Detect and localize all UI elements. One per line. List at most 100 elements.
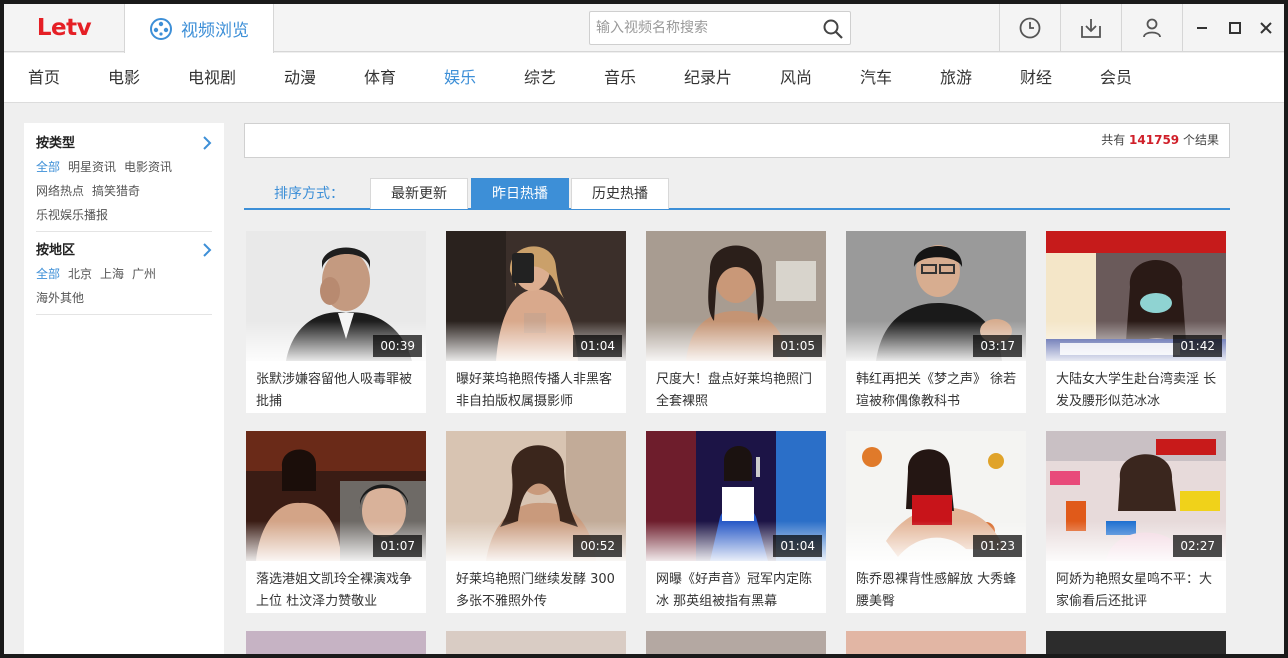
history-button[interactable] bbox=[999, 4, 1060, 52]
video-title[interactable]: 张默涉嫌容留他人吸毒罪被批捕 bbox=[256, 369, 418, 413]
filter-group-title: 按类型 bbox=[36, 136, 76, 151]
video-card[interactable]: 03:17 韩红再把关《梦之声》 徐若瑄被称偶像教科书 bbox=[846, 231, 1026, 413]
chevron-right-icon[interactable] bbox=[202, 135, 212, 151]
app-window: Letv 视频浏览 输入视频名称搜索 首页 电影 电视剧 动漫 体育 娱乐 综艺… bbox=[4, 4, 1284, 654]
filter-link[interactable]: 海外其他 bbox=[36, 288, 84, 308]
result-count-bar: 共有 141759 个结果 bbox=[244, 123, 1230, 158]
filter-link[interactable]: 北京 bbox=[68, 264, 92, 284]
video-thumbnail[interactable]: 01:05 bbox=[646, 231, 826, 361]
video-title[interactable]: 尺度大！盘点好莱坞艳照门全套裸照 bbox=[656, 369, 818, 413]
filter-link[interactable]: 明星资讯 bbox=[68, 157, 116, 177]
filter-link[interactable]: 搞笑猎奇 bbox=[92, 181, 140, 201]
video-card[interactable]: 00:52 好莱坞艳照门继续发酵 300多张不雅照外传 bbox=[446, 431, 626, 613]
video-card[interactable]: 01:42 大陆女大学生赴台湾卖淫 长发及腰形似范冰冰 bbox=[1046, 231, 1226, 413]
video-thumbnail[interactable]: 01:04 bbox=[446, 231, 626, 361]
logo-text: Letv bbox=[36, 15, 92, 41]
close-button[interactable] bbox=[1250, 4, 1282, 52]
filter-link[interactable]: 乐视娱乐播报 bbox=[36, 205, 108, 225]
video-duration: 01:42 bbox=[1173, 335, 1222, 357]
nav-item-travel[interactable]: 旅游 bbox=[940, 53, 972, 103]
filter-link[interactable]: 电影资讯 bbox=[124, 157, 172, 177]
video-title[interactable]: 网曝《好声音》冠军内定陈冰 那英组被指有黑幕 bbox=[656, 569, 818, 613]
filter-group-title: 按地区 bbox=[36, 243, 76, 258]
nav-item-music[interactable]: 音乐 bbox=[604, 53, 636, 103]
video-thumbnail[interactable]: 00:52 bbox=[446, 431, 626, 561]
video-title[interactable]: 韩红再把关《梦之声》 徐若瑄被称偶像教科书 bbox=[856, 369, 1018, 413]
sort-bar: 排序方式： 最新更新 昨日热播 历史热播 bbox=[244, 178, 1230, 210]
nav-item-home[interactable]: 首页 bbox=[28, 53, 60, 103]
nav-item-anime[interactable]: 动漫 bbox=[284, 53, 316, 103]
user-icon bbox=[1143, 18, 1161, 38]
video-card[interactable] bbox=[846, 631, 1026, 654]
video-card[interactable]: 00:39 张默涉嫌容留他人吸毒罪被批捕 bbox=[246, 231, 426, 413]
nav-item-sports[interactable]: 体育 bbox=[364, 53, 396, 103]
search-input[interactable] bbox=[590, 12, 810, 44]
filter-link[interactable]: 网络热点 bbox=[36, 181, 84, 201]
sort-tab-latest[interactable]: 最新更新 bbox=[370, 178, 468, 209]
sort-tab-all-time-hot[interactable]: 历史热播 bbox=[571, 178, 669, 209]
close-icon bbox=[1260, 22, 1272, 34]
video-title[interactable]: 好莱坞艳照门继续发酵 300多张不雅照外传 bbox=[456, 569, 618, 613]
user-button[interactable] bbox=[1121, 4, 1182, 52]
video-title[interactable]: 阿娇为艳照女星鸣不平：大家偷看后还批评 bbox=[1056, 569, 1218, 613]
filter-link[interactable]: 全部 bbox=[36, 264, 60, 284]
video-card[interactable] bbox=[446, 631, 626, 654]
video-card[interactable]: 01:04 曝好莱坞艳照传播人非黑客 非自拍版权属摄影师 bbox=[446, 231, 626, 413]
search-box bbox=[589, 11, 851, 45]
nav-item-fashion[interactable]: 风尚 bbox=[780, 53, 812, 103]
video-thumbnail[interactable]: 00:39 bbox=[246, 231, 426, 361]
video-duration: 03:17 bbox=[973, 335, 1022, 357]
nav-item-auto[interactable]: 汽车 bbox=[860, 53, 892, 103]
nav-item-vip[interactable]: 会员 bbox=[1100, 53, 1132, 103]
filter-link[interactable]: 广州 bbox=[132, 264, 156, 284]
maximize-icon bbox=[1229, 22, 1241, 34]
category-nav: 首页 电影 电视剧 动漫 体育 娱乐 综艺 音乐 纪录片 风尚 汽车 旅游 财经… bbox=[4, 53, 1284, 103]
letv-logo[interactable]: Letv bbox=[4, 4, 124, 52]
filter-link[interactable]: 上海 bbox=[100, 264, 124, 284]
video-duration: 00:39 bbox=[373, 335, 422, 357]
thumbnail-image bbox=[646, 631, 826, 654]
tab-label: 视频浏览 bbox=[181, 21, 249, 41]
result-suffix: 个结果 bbox=[1182, 133, 1219, 147]
nav-item-entertainment[interactable]: 娱乐 bbox=[444, 53, 476, 103]
video-card[interactable] bbox=[1046, 631, 1226, 654]
sort-tab-yesterday-hot[interactable]: 昨日热播 bbox=[471, 178, 569, 209]
filter-link[interactable]: 全部 bbox=[36, 157, 60, 177]
result-number: 141759 bbox=[1129, 133, 1180, 147]
video-duration: 01:05 bbox=[773, 335, 822, 357]
video-thumbnail[interactable]: 02:27 bbox=[1046, 431, 1226, 561]
video-title[interactable]: 陈乔恩裸背性感解放 大秀蜂腰美臀 bbox=[856, 569, 1018, 613]
minimize-button[interactable] bbox=[1186, 4, 1218, 52]
video-thumbnail[interactable]: 01:07 bbox=[246, 431, 426, 561]
video-title[interactable]: 大陆女大学生赴台湾卖淫 长发及腰形似范冰冰 bbox=[1056, 369, 1218, 413]
video-card[interactable] bbox=[246, 631, 426, 654]
filter-group-region: 按地区 全部 北京 上海 广州 海外其他 bbox=[36, 238, 212, 315]
nav-item-variety[interactable]: 综艺 bbox=[524, 53, 556, 103]
maximize-button[interactable] bbox=[1219, 4, 1251, 52]
video-card[interactable]: 01:04 网曝《好声音》冠军内定陈冰 那英组被指有黑幕 bbox=[646, 431, 826, 613]
nav-item-movie[interactable]: 电影 bbox=[108, 53, 140, 103]
search-icon[interactable] bbox=[822, 18, 844, 40]
thumbnail-image bbox=[446, 631, 626, 654]
video-thumbnail[interactable]: 01:04 bbox=[646, 431, 826, 561]
tab-video-browse[interactable]: 视频浏览 bbox=[124, 4, 274, 53]
video-card[interactable]: 01:07 落选港姐文凯玲全裸演戏争上位 杜汶泽力赞敬业 bbox=[246, 431, 426, 613]
video-card[interactable]: 01:23 陈乔恩裸背性感解放 大秀蜂腰美臀 bbox=[846, 431, 1026, 613]
film-reel-icon bbox=[150, 17, 172, 40]
video-title[interactable]: 落选港姐文凯玲全裸演戏争上位 杜汶泽力赞敬业 bbox=[256, 569, 418, 613]
minimize-icon bbox=[1197, 27, 1207, 29]
nav-item-tv[interactable]: 电视剧 bbox=[188, 53, 236, 103]
video-title[interactable]: 曝好莱坞艳照传播人非黑客 非自拍版权属摄影师 bbox=[456, 369, 618, 413]
thumbnail-image bbox=[846, 631, 1026, 654]
nav-item-documentary[interactable]: 纪录片 bbox=[684, 53, 732, 103]
video-card[interactable] bbox=[646, 631, 826, 654]
video-thumbnail[interactable]: 01:42 bbox=[1046, 231, 1226, 361]
video-card[interactable]: 02:27 阿娇为艳照女星鸣不平：大家偷看后还批评 bbox=[1046, 431, 1226, 613]
video-thumbnail[interactable]: 03:17 bbox=[846, 231, 1026, 361]
download-button[interactable] bbox=[1060, 4, 1121, 52]
video-card[interactable]: 01:05 尺度大！盘点好莱坞艳照门全套裸照 bbox=[646, 231, 826, 413]
video-thumbnail[interactable]: 01:23 bbox=[846, 431, 1026, 561]
nav-item-finance[interactable]: 财经 bbox=[1020, 53, 1052, 103]
chevron-right-icon[interactable] bbox=[202, 242, 212, 258]
download-icon bbox=[1081, 19, 1101, 38]
